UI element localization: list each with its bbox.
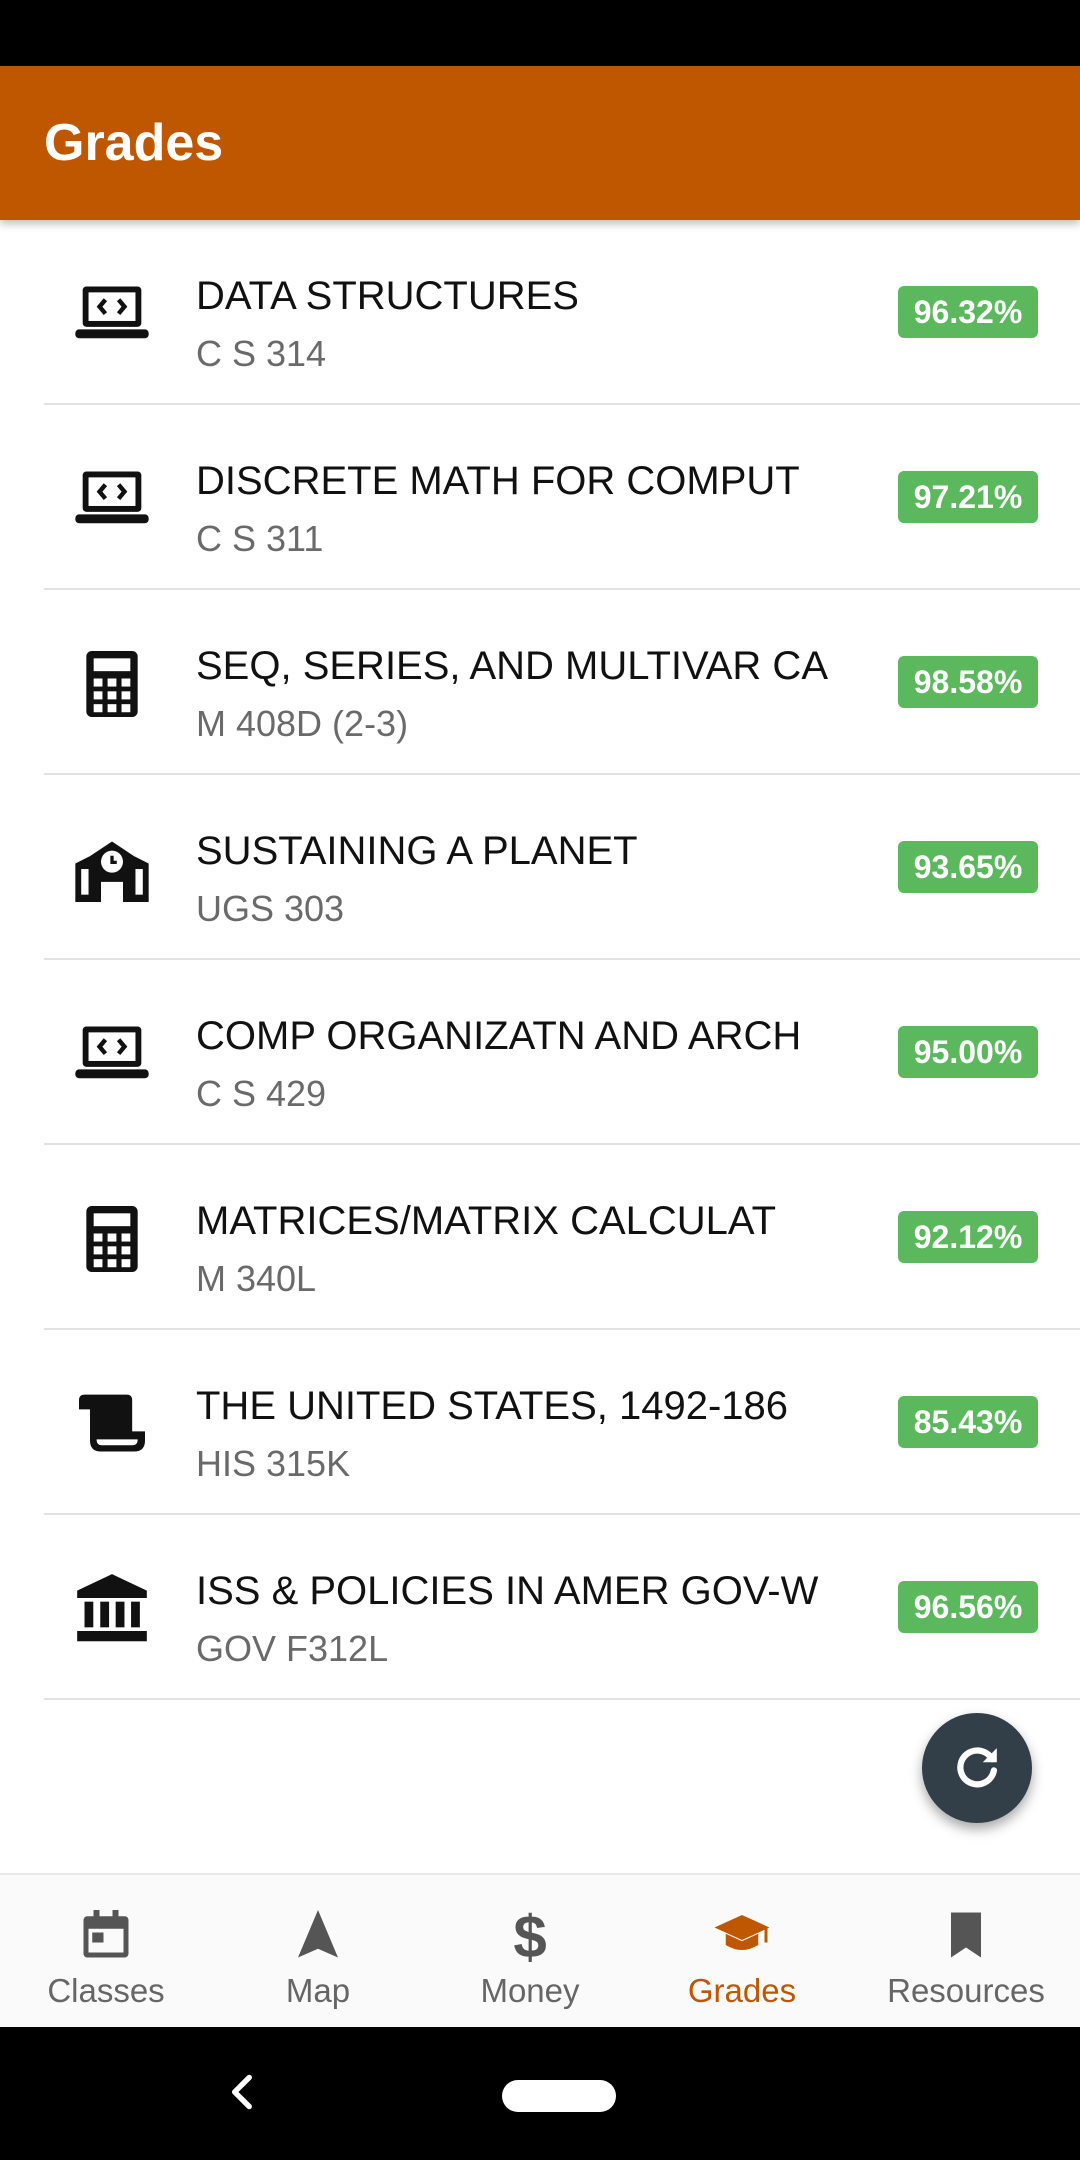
course-title: SEQ, SERIES, AND MULTIVAR CA (196, 644, 828, 688)
grade-badge: 93.65% (898, 841, 1038, 893)
calendar-icon (83, 1910, 129, 1958)
grade-badge: 98.58% (898, 656, 1038, 708)
course-code: M 408D (2-3) (196, 703, 409, 744)
nav-label: Map (285, 1972, 351, 2009)
laptop-code-icon (68, 455, 156, 543)
government-building-icon (68, 1565, 156, 1653)
bottom-navigation: Classes Map $ Money Grades Resources (0, 1873, 1080, 2029)
course-code: C S 429 (196, 1073, 327, 1114)
navigation-arrow-icon (298, 1910, 338, 1958)
course-code: M 340L (196, 1258, 317, 1299)
status-bar (0, 0, 1080, 66)
nav-label: Classes (47, 1972, 165, 2009)
laptop-code-icon (68, 1010, 156, 1098)
course-row-united-states[interactable]: THE UNITED STATES, 1492-186 HIS 315K 85.… (44, 1330, 1080, 1515)
laptop-code-icon (68, 270, 156, 358)
course-row-american-government[interactable]: ISS & POLICIES IN AMER GOV-W GOV F312L 9… (44, 1515, 1080, 1700)
course-code: C S 314 (196, 333, 327, 374)
nav-item-money[interactable]: $ Money (424, 1875, 636, 2029)
course-title: SUSTAINING A PLANET (196, 829, 638, 873)
nav-label: Grades (687, 1972, 797, 2009)
nav-item-classes[interactable]: Classes (0, 1875, 212, 2029)
grade-badge: 97.21% (898, 471, 1038, 523)
course-row-discrete-math[interactable]: DISCRETE MATH FOR COMPUT C S 311 97.21% (44, 405, 1080, 590)
back-icon[interactable] (218, 2067, 268, 2117)
grade-badge: 95.00% (898, 1026, 1038, 1078)
course-code: C S 311 (196, 518, 324, 559)
bookmark-icon (951, 1912, 981, 1958)
graduation-cap-icon (714, 1915, 770, 1950)
page-title: Grades (44, 114, 224, 172)
course-row-data-structures[interactable]: DATA STRUCTURES C S 314 96.32% (44, 220, 1080, 405)
scroll-icon (68, 1380, 156, 1468)
course-code: GOV F312L (196, 1628, 389, 1669)
course-title: ISS & POLICIES IN AMER GOV-W (196, 1569, 819, 1613)
refresh-icon (957, 1747, 998, 1788)
grade-badge: 96.56% (898, 1581, 1038, 1633)
nav-label: Resources (887, 1972, 1045, 2009)
course-title: COMP ORGANIZATN AND ARCH (196, 1014, 802, 1058)
calculator-icon (68, 1195, 156, 1283)
grade-badge: 96.32% (898, 286, 1038, 338)
refresh-button[interactable] (922, 1713, 1032, 1823)
grade-badge: 85.43% (898, 1396, 1038, 1448)
course-title: THE UNITED STATES, 1492-186 (196, 1384, 789, 1428)
dollar-icon: $ (513, 1905, 546, 1965)
nav-item-grades[interactable]: Grades (636, 1875, 848, 2029)
course-row-sustaining-planet[interactable]: SUSTAINING A PLANET UGS 303 93.65% (44, 775, 1080, 960)
course-title: DATA STRUCTURES (196, 274, 579, 318)
nav-label: Money (480, 1972, 580, 2009)
course-row-comp-organization[interactable]: COMP ORGANIZATN AND ARCH C S 429 95.00% (44, 960, 1080, 1145)
course-list: DATA STRUCTURES C S 314 96.32% DISCRETE … (0, 220, 1080, 1700)
course-code: UGS 303 (196, 888, 345, 929)
app-bar: Grades (0, 66, 1080, 220)
course-title: DISCRETE MATH FOR COMPUT (196, 459, 800, 503)
grade-badge: 92.12% (898, 1211, 1038, 1263)
home-pill[interactable] (502, 2080, 616, 2112)
course-row-seq-series[interactable]: SEQ, SERIES, AND MULTIVAR CA M 408D (2-3… (44, 590, 1080, 775)
course-title: MATRICES/MATRIX CALCULAT (196, 1199, 777, 1243)
svg-text:$: $ (513, 1905, 546, 1965)
nav-item-map[interactable]: Map (212, 1875, 424, 2029)
course-code: HIS 315K (196, 1443, 351, 1484)
calculator-icon (68, 640, 156, 728)
course-row-matrices[interactable]: MATRICES/MATRIX CALCULAT M 340L 92.12% (44, 1145, 1080, 1330)
school-building-icon (68, 825, 156, 913)
nav-item-resources[interactable]: Resources (860, 1875, 1072, 2029)
